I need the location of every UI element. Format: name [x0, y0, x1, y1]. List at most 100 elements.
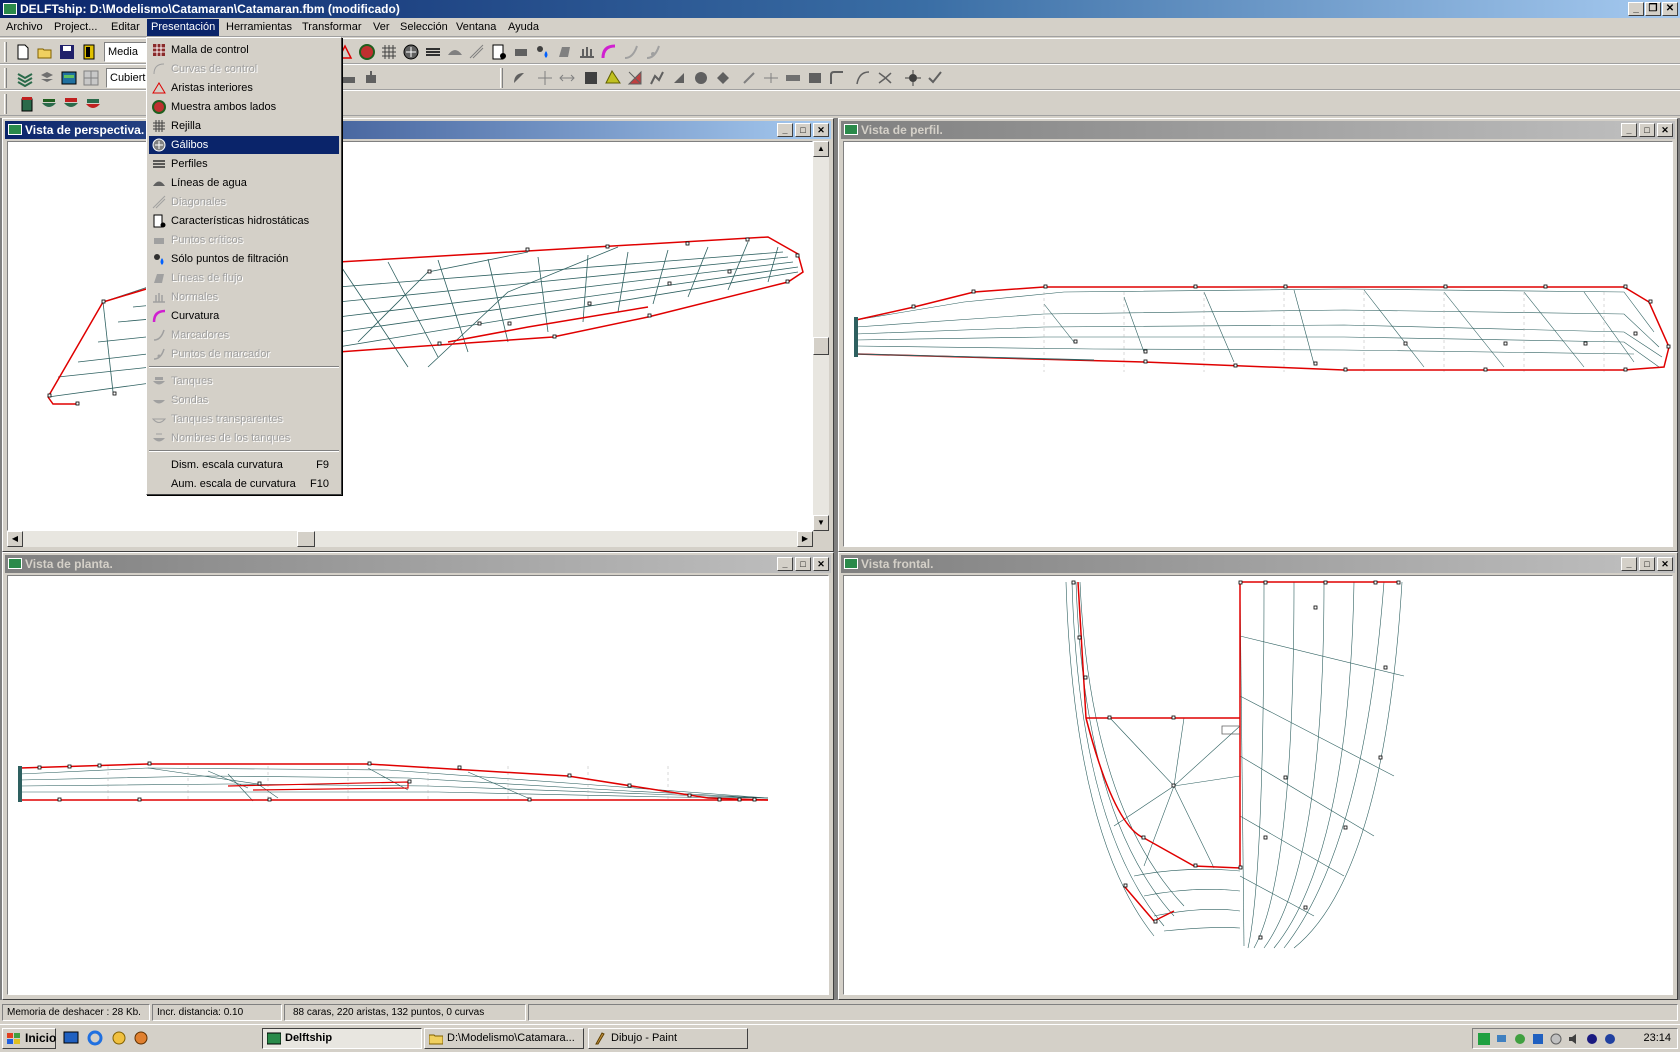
stations-toolbar-icon[interactable] — [402, 43, 420, 61]
child-minimize-button[interactable]: _ — [1621, 557, 1637, 571]
start-button[interactable]: Inicio — [2, 1028, 56, 1049]
child-minimize-button[interactable]: _ — [777, 557, 793, 571]
menu-presentacion[interactable]: Presentación — [147, 19, 220, 36]
menu-item-stations[interactable]: Gálibos — [149, 136, 339, 154]
precision-combo[interactable]: Media — [104, 42, 148, 62]
new-point-icon[interactable] — [510, 69, 528, 87]
collapse-point-icon[interactable] — [558, 69, 576, 87]
menu-item-marker-points[interactable]: Puntos de marcador — [149, 345, 339, 363]
markers-toolbar-icon[interactable] — [622, 43, 640, 61]
menu-item-both-sides[interactable]: Muestra ambos lados — [149, 98, 339, 116]
waterlines-toolbar-icon[interactable] — [446, 43, 464, 61]
menu-editar[interactable]: Editar — [107, 19, 144, 36]
perspective-canvas[interactable] — [7, 141, 813, 531]
layer-stack-icon[interactable] — [38, 69, 56, 87]
save-icon[interactable] — [58, 43, 76, 61]
hydrostatics-toolbar-icon[interactable] — [490, 43, 508, 61]
critical-points-toolbar-icon[interactable] — [512, 43, 530, 61]
close-button[interactable]: ✕ — [1662, 2, 1678, 16]
diagonals-toolbar-icon[interactable] — [468, 43, 486, 61]
clock[interactable]: 23:14 — [1643, 1029, 1671, 1048]
menu-project[interactable]: Project... — [50, 19, 101, 36]
menu-transformar[interactable]: Transformar — [298, 19, 366, 36]
measure-tool-icon[interactable] — [784, 69, 802, 87]
menu-item-markers[interactable]: Marcadores — [149, 326, 339, 344]
menu-item-normals[interactable]: Normales — [149, 288, 339, 306]
child-maximize-button[interactable]: □ — [795, 123, 811, 137]
task-paint[interactable]: Dibujo - Paint — [588, 1028, 748, 1049]
tool-extrude-icon[interactable] — [340, 69, 358, 87]
check-model-icon[interactable] — [926, 69, 944, 87]
edge-crease-icon[interactable] — [648, 69, 666, 87]
child-close-button[interactable]: ✕ — [1657, 557, 1673, 571]
child-close-button[interactable]: ✕ — [1657, 123, 1673, 137]
layer-combo[interactable]: Cubierta — [106, 68, 152, 88]
edge-extrude-icon[interactable] — [670, 69, 688, 87]
show-desktop-icon[interactable] — [62, 1029, 80, 1047]
messenger-icon[interactable] — [110, 1029, 128, 1047]
child-minimize-button[interactable]: _ — [1621, 123, 1637, 137]
child-maximize-button[interactable]: □ — [1639, 123, 1655, 137]
curve-tool-icon[interactable] — [828, 69, 846, 87]
layer-visibility-icon[interactable] — [16, 69, 34, 88]
profile-view-window[interactable]: Vista de perfil. _ □ ✕ — [838, 118, 1678, 552]
flip-faces-icon[interactable] — [626, 69, 644, 87]
face-tool-icon[interactable] — [714, 69, 732, 87]
curve-intersect-icon[interactable] — [876, 69, 894, 87]
menu-item-tanks[interactable]: Tanques — [149, 372, 339, 390]
insert-point-icon[interactable] — [536, 69, 554, 87]
both-sides-toolbar-icon[interactable] — [358, 43, 376, 61]
info-tray-icon[interactable] — [1603, 1032, 1617, 1046]
menu-item-curvature[interactable]: Curvatura — [149, 307, 339, 325]
buttocks-toolbar-icon[interactable] — [424, 43, 442, 61]
antivirus-tray-icon[interactable] — [1549, 1032, 1563, 1046]
grid-toolbar-icon[interactable] — [380, 43, 398, 61]
tank-report-icon[interactable] — [84, 95, 102, 113]
layer-grid-icon[interactable] — [82, 69, 100, 87]
update-tray-icon[interactable] — [1531, 1032, 1545, 1046]
minimize-button[interactable]: _ — [1628, 2, 1644, 16]
exit-icon[interactable] — [80, 43, 98, 61]
edge-split-icon[interactable] — [692, 69, 710, 87]
security-tray-icon[interactable] — [1513, 1032, 1527, 1046]
menu-item-control-curves[interactable]: Curvas de control — [149, 60, 339, 78]
menu-item-grid[interactable]: Rejilla — [149, 117, 339, 135]
menu-item-buttocks[interactable]: Perfiles — [149, 155, 339, 173]
child-minimize-button[interactable]: _ — [777, 123, 793, 137]
toolbar-grip[interactable] — [4, 68, 7, 88]
front-view-window[interactable]: Vista frontal. _ □ ✕ — [838, 552, 1678, 1000]
new-face-icon[interactable] — [582, 69, 600, 87]
task-delftship[interactable]: Delftship — [262, 1028, 422, 1049]
media-player-icon[interactable] — [132, 1029, 150, 1047]
menu-item-flooding-points[interactable]: Sólo puntos de filtración — [149, 250, 339, 268]
menu-item-tank-names[interactable]: Nombres de los tanques — [149, 429, 339, 447]
child-close-button[interactable]: ✕ — [813, 123, 829, 137]
project-tool-icon[interactable] — [806, 69, 824, 87]
light-tool-icon[interactable] — [904, 69, 922, 87]
internet-explorer-icon[interactable] — [86, 1029, 104, 1047]
tank-add-icon[interactable] — [18, 95, 36, 113]
connection-tray-icon[interactable] — [1495, 1032, 1509, 1046]
toolbar-grip[interactable] — [500, 68, 503, 88]
menu-item-flowlines[interactable]: Líneas de flujo — [149, 269, 339, 287]
plan-canvas[interactable] — [7, 575, 829, 995]
menu-item-increase-curvature-scale[interactable]: Aum. escala de curvatura F10 — [149, 475, 339, 493]
flooding-points-toolbar-icon[interactable] — [534, 43, 552, 61]
tool-split-icon[interactable] — [362, 69, 380, 87]
front-canvas[interactable] — [843, 575, 1673, 995]
task-explorer-folder[interactable]: D:\Modelismo\Catamara... — [424, 1028, 584, 1049]
tank-calc-icon[interactable] — [62, 95, 80, 113]
menu-item-decrease-curvature-scale[interactable]: Dism. escala curvatura F9 — [149, 456, 339, 474]
menu-item-control-net[interactable]: Malla de control — [149, 41, 339, 59]
menu-item-soundings[interactable]: Sondas — [149, 391, 339, 409]
front-view-titlebar[interactable]: Vista frontal. _ □ ✕ — [841, 555, 1675, 573]
profile-view-titlebar[interactable]: Vista de perfil. _ □ ✕ — [841, 121, 1675, 139]
new-curve-icon[interactable] — [854, 69, 872, 87]
perspective-view-window[interactable]: Vista de perspectiva. _ □ ✕ ▲ ▼ ◀ ▶ — [2, 118, 834, 552]
profile-canvas[interactable] — [843, 141, 1673, 547]
menu-ventana[interactable]: Ventana — [452, 19, 500, 36]
child-close-button[interactable]: ✕ — [813, 557, 829, 571]
menu-herramientas[interactable]: Herramientas — [222, 19, 296, 36]
scroll-right-button[interactable]: ▶ — [797, 531, 813, 547]
menu-item-transparent-tanks[interactable]: Tanques transparentes — [149, 410, 339, 428]
